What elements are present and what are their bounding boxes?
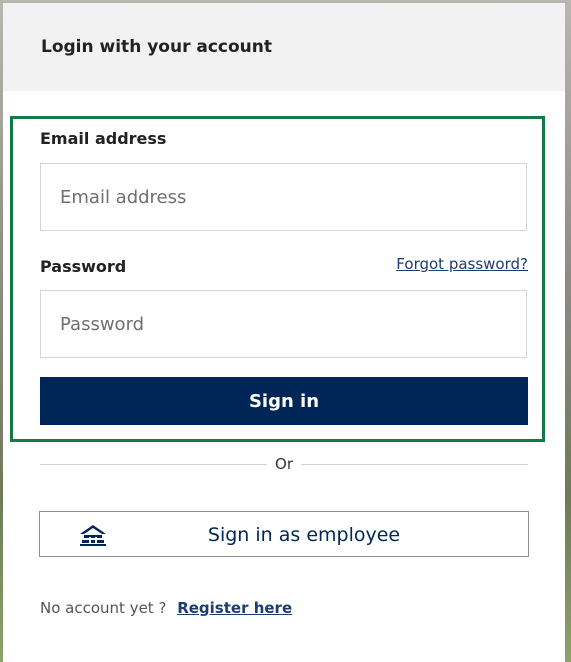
divider-line-right xyxy=(301,463,529,465)
register-prompt: No account yet ? xyxy=(40,599,167,617)
sign-in-as-employee-button[interactable]: Sign in as employee xyxy=(39,511,529,557)
or-divider: Or xyxy=(40,454,529,474)
forgot-password-link[interactable]: Forgot password? xyxy=(396,255,528,273)
register-link[interactable]: Register here xyxy=(177,599,292,617)
or-text: Or xyxy=(275,455,293,473)
register-row: No account yet ? Register here xyxy=(40,599,292,617)
email-field[interactable] xyxy=(40,163,527,231)
divider-line-left xyxy=(40,463,268,465)
login-card: Login with your account Email address Pa… xyxy=(3,3,565,662)
card-title: Login with your account xyxy=(41,37,273,57)
email-label: Email address xyxy=(40,129,167,148)
sign-in-button[interactable]: Sign in xyxy=(40,377,528,425)
employee-button-label: Sign in as employee xyxy=(207,524,401,546)
password-field[interactable] xyxy=(40,290,527,358)
card-header: Login with your account xyxy=(3,3,565,91)
password-label: Password xyxy=(40,257,127,276)
